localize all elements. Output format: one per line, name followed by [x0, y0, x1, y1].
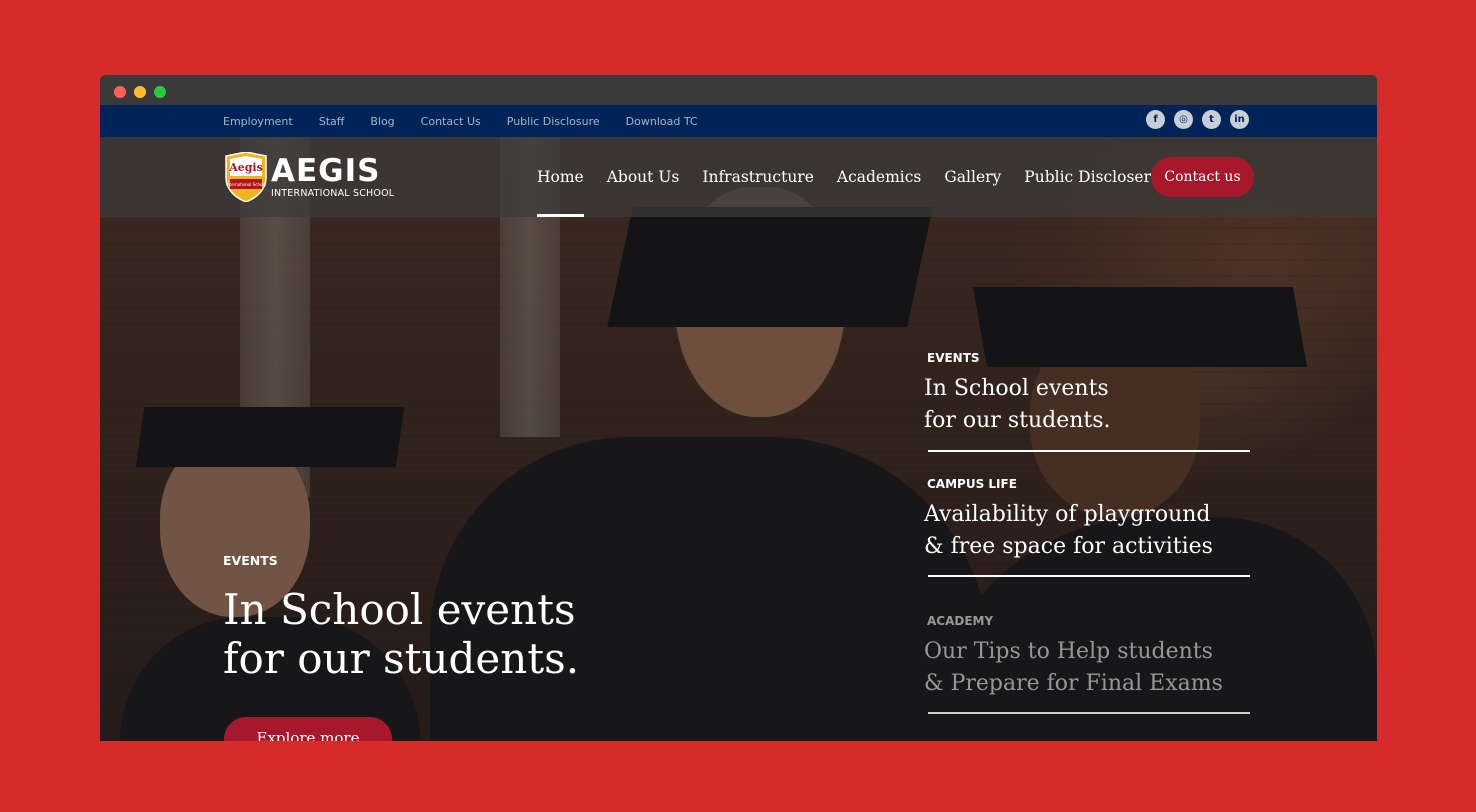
nav-item-public-discloser[interactable]: Public Discloser: [1024, 137, 1151, 217]
top-link-blog[interactable]: Blog: [370, 115, 394, 128]
close-window-button[interactable]: [114, 86, 126, 98]
slide-title: In School events for our students.: [924, 376, 1111, 433]
slide-kicker: ACADEMY: [927, 614, 994, 628]
slide-title: Our Tips to Help students & Prepare for …: [924, 639, 1223, 696]
hero-kicker: EVENTS: [223, 553, 278, 568]
slide-title: Availability of playground & free space …: [924, 502, 1213, 559]
hero-caption: EVENTS In School events for our students…: [223, 553, 643, 683]
slide-kicker: CAMPUS LIFE: [927, 477, 1017, 491]
logo-subtitle: INTERNATIONAL SCHOOL: [271, 188, 395, 199]
social-links: f ◎ t in: [1146, 110, 1249, 129]
school-logo[interactable]: Aegis International School AEGIS INTERNA…: [224, 152, 404, 204]
nav-item-academics[interactable]: Academics: [837, 137, 922, 217]
explore-more-button[interactable]: Explore more: [224, 717, 392, 741]
minimize-window-button[interactable]: [134, 86, 146, 98]
top-link-employment[interactable]: Employment: [223, 115, 293, 128]
top-links: Employment Staff Blog Contact Us Public …: [223, 105, 724, 137]
instagram-icon[interactable]: ◎: [1174, 110, 1193, 129]
slide-item-academy[interactable]: ACADEMY Our Tips to Help students & Prep…: [924, 614, 1254, 714]
maximize-window-button[interactable]: [154, 86, 166, 98]
nav-item-infrastructure[interactable]: Infrastructure: [702, 137, 814, 217]
nav-item-about-us[interactable]: About Us: [607, 137, 680, 217]
top-link-staff[interactable]: Staff: [319, 115, 345, 128]
window-titlebar: [100, 75, 1377, 105]
nav-item-gallery[interactable]: Gallery: [944, 137, 1001, 217]
contact-us-button[interactable]: Contact us: [1151, 157, 1254, 197]
slide-item-events[interactable]: EVENTS In School events for our students…: [924, 351, 1254, 452]
slide-divider: [928, 575, 1250, 577]
svg-text:Aegis: Aegis: [228, 161, 263, 174]
main-menu: Home About Us Infrastructure Academics G…: [537, 137, 1174, 217]
top-link-contact-us[interactable]: Contact Us: [421, 115, 481, 128]
slide-divider: [928, 450, 1250, 452]
browser-window: Employment Staff Blog Contact Us Public …: [100, 75, 1377, 741]
linkedin-icon[interactable]: in: [1230, 110, 1249, 129]
nav-item-home[interactable]: Home: [537, 137, 584, 217]
slide-item-campus-life[interactable]: CAMPUS LIFE Availability of playground &…: [924, 477, 1254, 577]
main-navbar: Aegis International School AEGIS INTERNA…: [100, 137, 1377, 217]
top-utility-bar: Employment Staff Blog Contact Us Public …: [100, 105, 1377, 137]
twitter-icon[interactable]: t: [1202, 110, 1221, 129]
top-link-public-disclosure[interactable]: Public Disclosure: [507, 115, 600, 128]
top-link-download-tc[interactable]: Download TC: [626, 115, 698, 128]
facebook-icon[interactable]: f: [1146, 110, 1165, 129]
logo-title: AEGIS: [271, 153, 381, 189]
hero-title: In School events for our students.: [223, 585, 580, 683]
shield-logo-icon: Aegis International School: [225, 152, 267, 202]
slide-divider: [928, 712, 1250, 714]
svg-text:International School: International School: [226, 182, 266, 187]
slide-kicker: EVENTS: [927, 351, 980, 365]
